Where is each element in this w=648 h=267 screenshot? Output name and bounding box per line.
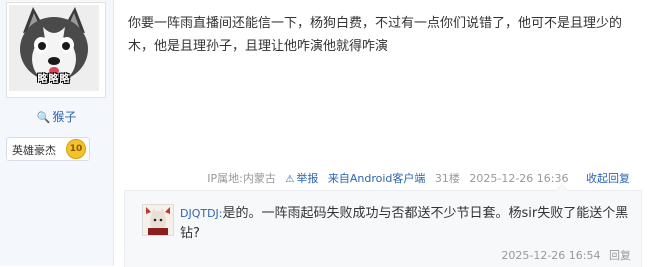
reply-box: DJQTDJ:是的。一阵雨起码失败成功与否都送不少节日套。杨sir失败了能送个黑… xyxy=(124,184,642,267)
member-badge[interactable]: 英雄豪杰 10 xyxy=(6,137,90,161)
reply-user-avatar-icon[interactable] xyxy=(142,204,174,236)
collapse-replies-button[interactable]: 收起回复 xyxy=(586,172,630,185)
reply-content: 是的。一阵雨起码失败成功与否都送不少节日套。杨sir失败了能送个黑钻? xyxy=(180,206,629,241)
user-icon: 🔍 xyxy=(36,111,51,124)
author-avatar[interactable]: 略略略 xyxy=(6,2,106,98)
author-username[interactable]: 猴子 xyxy=(52,110,76,124)
post-timestamp: 2025-12-26 16:36 xyxy=(469,172,569,185)
post-content: 你要一阵雨直播间还能信一下，杨狗白费，不过有一点你们说错了，他可不是且理少的木，… xyxy=(128,16,623,54)
author-panel: 略略略 🔍 猴子 英雄豪杰 10 xyxy=(0,0,114,266)
warning-icon[interactable]: ⚠ xyxy=(285,174,294,185)
reply-username[interactable]: DJQTDJ: xyxy=(180,207,223,220)
reply-meta: 2025-12-26 16:54 回复 xyxy=(501,247,631,263)
report-link[interactable]: 举报 xyxy=(296,172,318,185)
husky-avatar-icon: 略略略 xyxy=(9,5,99,91)
floor-number: 31楼 xyxy=(434,172,460,185)
avatar-caption: 略略略 xyxy=(37,74,71,85)
reply-timestamp: 2025-12-26 16:54 xyxy=(501,249,601,262)
badge-level-icon: 10 xyxy=(66,139,86,159)
author-username-row: 🔍 猴子 xyxy=(0,108,113,125)
client-link[interactable]: 来自Android客户端 xyxy=(328,172,426,185)
ip-location: IP属地:内蒙古 xyxy=(207,172,276,185)
reply-text: DJQTDJ:是的。一阵雨起码失败成功与否都送不少节日套。杨sir失败了能送个黑… xyxy=(180,204,632,244)
reply-button[interactable]: 回复 xyxy=(609,249,631,262)
reply-avatar-image xyxy=(143,205,173,235)
badge-title: 英雄豪杰 xyxy=(12,144,56,157)
